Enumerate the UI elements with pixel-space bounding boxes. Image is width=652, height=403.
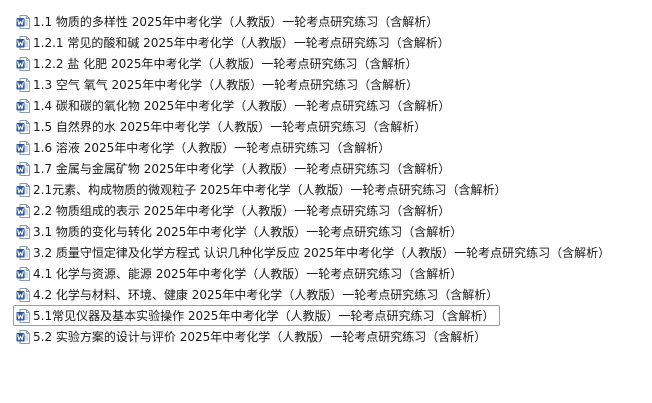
word-document-icon <box>16 35 30 50</box>
file-name: 1.1 物质的多样性 2025年中考化学（人教版）一轮考点研究练习（含解析） <box>33 14 439 29</box>
file-name: 1.5 自然界的水 2025年中考化学（人教版）一轮考点研究练习（含解析） <box>33 119 427 134</box>
file-item[interactable]: 1.1 物质的多样性 2025年中考化学（人教版）一轮考点研究练习（含解析） <box>13 11 643 32</box>
file-item[interactable]: 1.2.1 常见的酸和碱 2025年中考化学（人教版）一轮考点研究练习（含解析） <box>13 32 643 53</box>
word-document-icon <box>16 119 30 134</box>
file-item[interactable]: 1.7 金属与金属矿物 2025年中考化学（人教版）一轮考点研究练习（含解析） <box>13 158 643 179</box>
file-item[interactable]: 1.4 碳和碳的氧化物 2025年中考化学（人教版）一轮考点研究练习（含解析） <box>13 95 643 116</box>
file-name: 1.2.2 盐 化肥 2025年中考化学（人教版）一轮考点研究练习（含解析） <box>33 56 418 71</box>
file-item-selected[interactable]: 5.1常见仪器及基本实验操作 2025年中考化学（人教版）一轮考点研究练习（含解… <box>13 305 500 326</box>
word-document-icon <box>16 98 30 113</box>
file-name: 1.7 金属与金属矿物 2025年中考化学（人教版）一轮考点研究练习（含解析） <box>33 161 451 176</box>
file-name: 4.1 化学与资源、能源 2025年中考化学（人教版）一轮考点研究练习（含解析） <box>33 266 463 281</box>
file-item[interactable]: 5.2 实验方案的设计与评价 2025年中考化学（人教版）一轮考点研究练习（含解… <box>13 326 643 347</box>
word-document-icon <box>16 161 30 176</box>
file-name: 2.2 物质组成的表示 2025年中考化学（人教版）一轮考点研究练习（含解析） <box>33 203 451 218</box>
word-document-icon <box>16 56 30 71</box>
file-name: 5.2 实验方案的设计与评价 2025年中考化学（人教版）一轮考点研究练习（含解… <box>33 329 487 344</box>
file-item[interactable]: 2.1元素、构成物质的微观粒子 2025年中考化学（人教版）一轮考点研究练习（含… <box>13 179 643 200</box>
file-item[interactable]: 1.5 自然界的水 2025年中考化学（人教版）一轮考点研究练习（含解析） <box>13 116 643 137</box>
file-item[interactable]: 3.2 质量守恒定律及化学方程式 认识几种化学反应 2025年中考化学（人教版）… <box>13 242 643 263</box>
file-name: 2.1元素、构成物质的微观粒子 2025年中考化学（人教版）一轮考点研究练习（含… <box>33 182 507 197</box>
file-name: 3.2 质量守恒定律及化学方程式 认识几种化学反应 2025年中考化学（人教版）… <box>33 245 611 260</box>
word-document-icon <box>16 329 30 344</box>
file-list: 1.1 物质的多样性 2025年中考化学（人教版）一轮考点研究练习（含解析） 1… <box>13 11 643 347</box>
file-item[interactable]: 4.2 化学与材料、环境、健康 2025年中考化学（人教版）一轮考点研究练习（含… <box>13 284 643 305</box>
file-name: 4.2 化学与材料、环境、健康 2025年中考化学（人教版）一轮考点研究练习（含… <box>33 287 499 302</box>
file-item[interactable]: 3.1 物质的变化与转化 2025年中考化学（人教版）一轮考点研究练习（含解析） <box>13 221 643 242</box>
file-item[interactable]: 1.6 溶液 2025年中考化学（人教版）一轮考点研究练习（含解析） <box>13 137 643 158</box>
word-document-icon <box>16 224 30 239</box>
file-name: 1.2.1 常见的酸和碱 2025年中考化学（人教版）一轮考点研究练习（含解析） <box>33 35 450 50</box>
word-document-icon <box>16 14 30 29</box>
file-name: 1.3 空气 氧气 2025年中考化学（人教版）一轮考点研究练习（含解析） <box>33 77 419 92</box>
file-name: 1.6 溶液 2025年中考化学（人教版）一轮考点研究练习（含解析） <box>33 140 391 155</box>
file-item[interactable]: 1.3 空气 氧气 2025年中考化学（人教版）一轮考点研究练习（含解析） <box>13 74 643 95</box>
word-document-icon <box>16 266 30 281</box>
word-document-icon <box>16 182 30 197</box>
word-document-icon <box>16 287 30 302</box>
word-document-icon <box>16 308 30 323</box>
file-name: 3.1 物质的变化与转化 2025年中考化学（人教版）一轮考点研究练习（含解析） <box>33 224 463 239</box>
file-item[interactable]: 2.2 物质组成的表示 2025年中考化学（人教版）一轮考点研究练习（含解析） <box>13 200 643 221</box>
word-document-icon <box>16 77 30 92</box>
file-item[interactable]: 1.2.2 盐 化肥 2025年中考化学（人教版）一轮考点研究练习（含解析） <box>13 53 643 74</box>
file-name: 5.1常见仪器及基本实验操作 2025年中考化学（人教版）一轮考点研究练习（含解… <box>33 308 495 323</box>
file-item[interactable]: 4.1 化学与资源、能源 2025年中考化学（人教版）一轮考点研究练习（含解析） <box>13 263 643 284</box>
word-document-icon <box>16 140 30 155</box>
word-document-icon <box>16 203 30 218</box>
word-document-icon <box>16 245 30 260</box>
file-name: 1.4 碳和碳的氧化物 2025年中考化学（人教版）一轮考点研究练习（含解析） <box>33 98 451 113</box>
